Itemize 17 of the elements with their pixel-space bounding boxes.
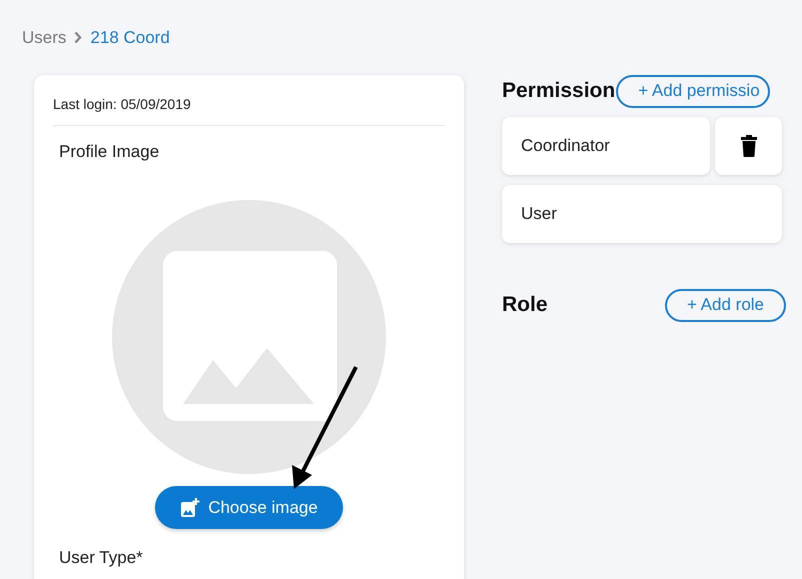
- breadcrumb-link[interactable]: Users: [22, 25, 66, 50]
- add-permission-button[interactable]: + Add permissio: [616, 74, 770, 108]
- add-image-icon: [180, 498, 200, 518]
- profile-image-label: Profile Image: [59, 140, 160, 162]
- permission-item: Coordinator: [502, 116, 710, 174]
- chevron-right-icon: [74, 31, 82, 44]
- delete-button[interactable]: [715, 116, 782, 174]
- add-role-button[interactable]: + Add role: [664, 288, 786, 322]
- trash-icon: [740, 134, 756, 156]
- image-placeholder-icon: [112, 200, 386, 474]
- choose-image-button[interactable]: Choose image: [155, 486, 343, 529]
- role-title: Role: [502, 292, 548, 318]
- permission-item: User: [502, 184, 782, 242]
- last-login-text: Last login: 05/09/2019: [53, 94, 445, 126]
- breadcrumb-current: 218 Coord: [90, 27, 170, 49]
- permission-title: Permission: [502, 78, 616, 104]
- user-type-label: User Type*: [59, 547, 144, 569]
